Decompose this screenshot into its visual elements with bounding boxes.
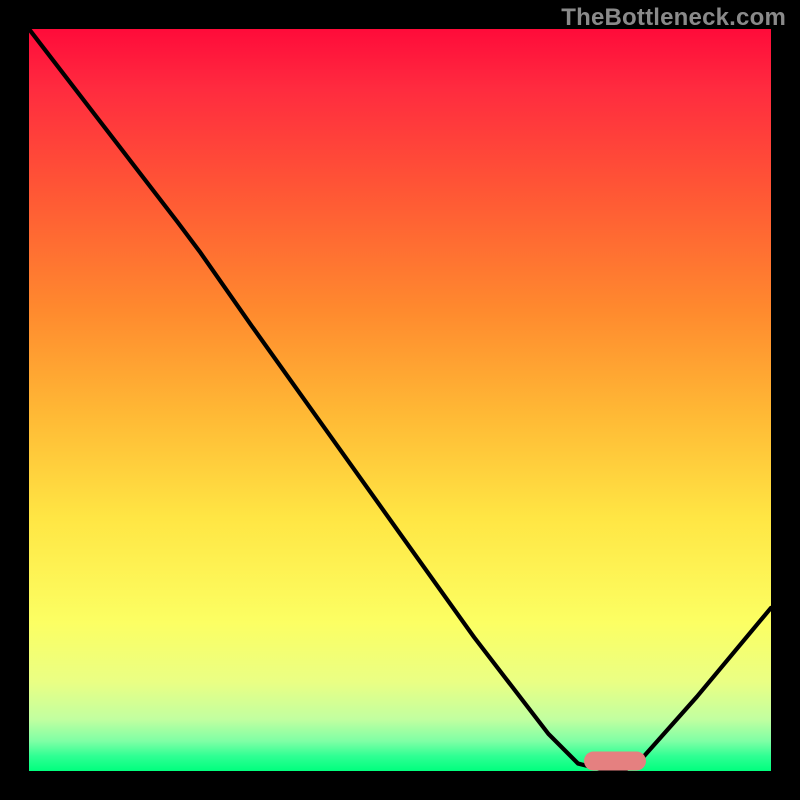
sweet-spot-marker xyxy=(584,752,646,771)
plot-area xyxy=(29,29,771,771)
watermark-text: TheBottleneck.com xyxy=(561,4,786,32)
chart-frame: TheBottleneck.com xyxy=(0,0,800,800)
curve-path xyxy=(29,29,771,771)
bottleneck-curve xyxy=(29,29,771,771)
